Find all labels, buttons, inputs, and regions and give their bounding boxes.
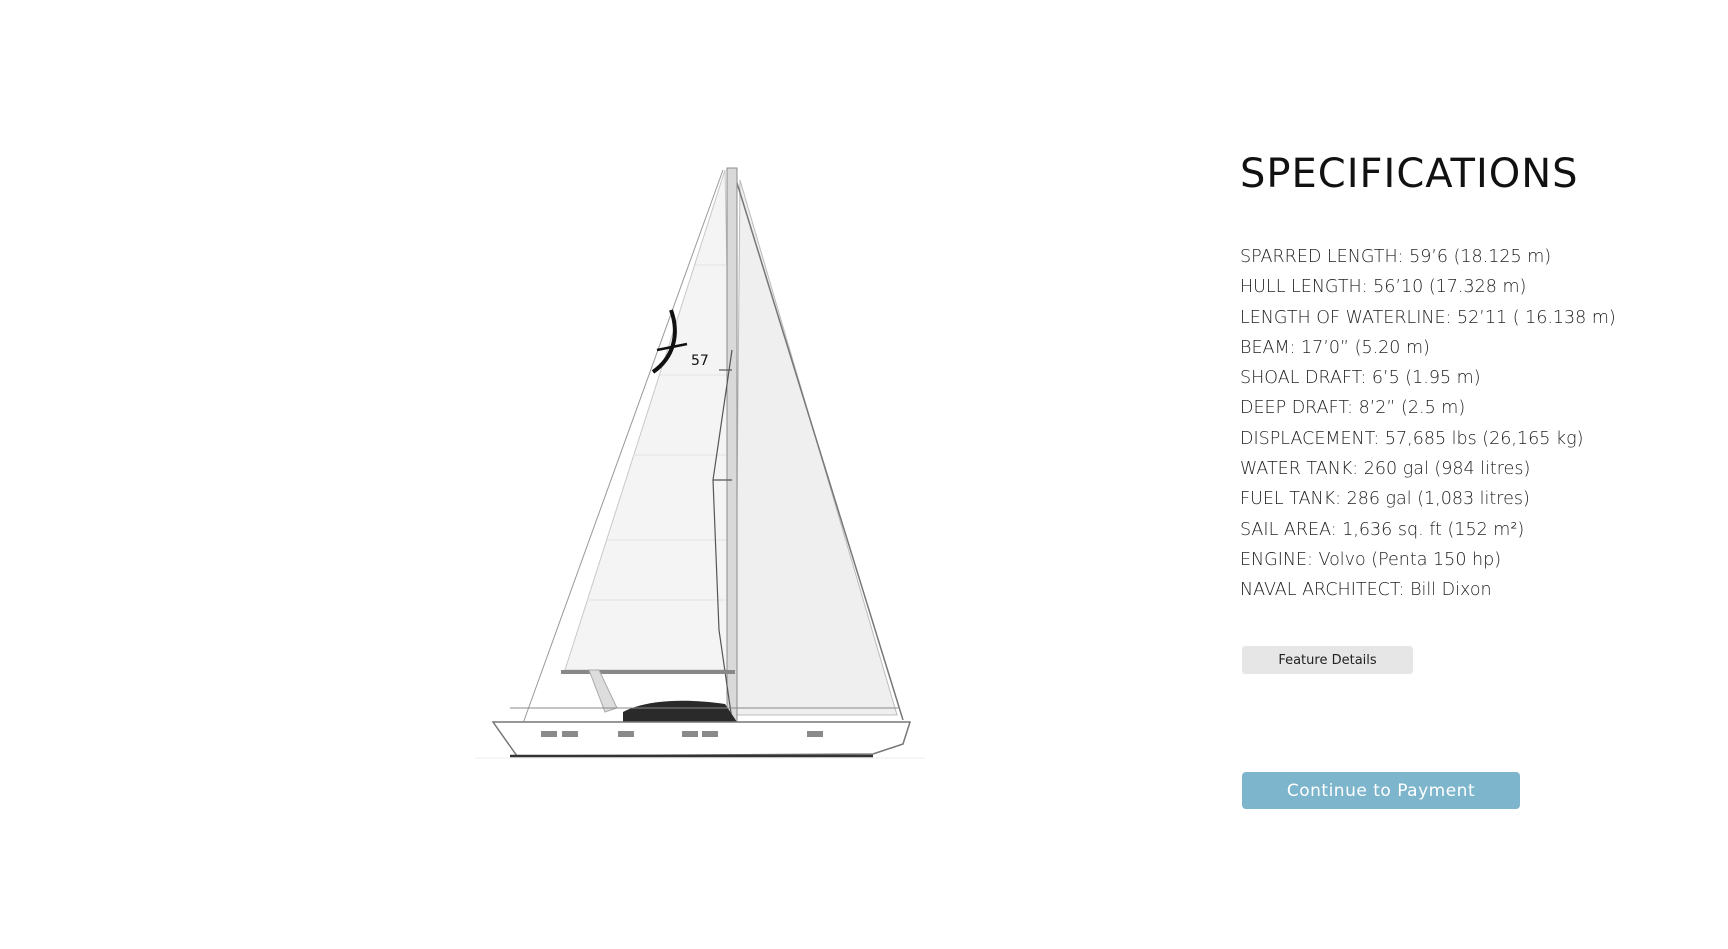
spec-sparred-length: SPARRED LENGTH: 59’6 (18.125 m) [1240, 247, 1552, 267]
spec-naval-architect: NAVAL ARCHITECT: Bill Dixon [1240, 580, 1492, 601]
sailboat-drawing: 57 [475, 167, 925, 759]
radar-arch [588, 669, 618, 713]
spec-displacement: DISPLACEMENT: 57,685 lbs (26,165 kg) [1240, 428, 1584, 449]
page: 57 SPECIFICATIONS SPARRED LENGTH: 59’6 (… [0, 0, 1728, 949]
sailboat-illustration: 57 [455, 160, 935, 780]
spec-water-tank: WATER TANK: 260 gal (984 litres) [1240, 459, 1531, 480]
spec-engine: ENGINE: Volvo (Penta 150 hp) [1240, 549, 1502, 570]
jib-sail [734, 179, 898, 716]
spec-beam: BEAM: 17’0” (5.20 m) [1240, 337, 1430, 358]
mast [726, 167, 738, 731]
spec-deep-draft: DEEP DRAFT: 8’2” (2.5 m) [1240, 398, 1466, 419]
spec-sail-area: SAIL AREA: 1,636 sq. ft (152 m²) [1240, 519, 1525, 540]
spec-waterline-length: LENGTH OF WATERLINE: 52’11 ( 16.138 m) [1240, 307, 1616, 328]
spec-fuel-tank: FUEL TANK: 286 gal (1,083 litres) [1240, 489, 1530, 510]
sail-number: 57 [691, 353, 709, 369]
spec-list: SPARRED LENGTH: 59’6 (18.125 m) HULL LEN… [1240, 242, 1616, 606]
spec-shoal-draft: SHOAL DRAFT: 6’5 (1.95 m) [1240, 368, 1481, 389]
mainsail [564, 169, 736, 671]
feature-details-button[interactable]: Feature Details [1242, 646, 1413, 674]
hull [491, 721, 912, 757]
specifications-panel: SPECIFICATIONS SPARRED LENGTH: 59’6 (18.… [1240, 150, 1680, 809]
specifications-title: SPECIFICATIONS [1240, 151, 1579, 197]
dodger [623, 700, 737, 722]
continue-to-payment-button[interactable]: Continue to Payment [1242, 772, 1520, 809]
spec-hull-length: HULL LENGTH: 56’10 (17.328 m) [1240, 277, 1527, 298]
